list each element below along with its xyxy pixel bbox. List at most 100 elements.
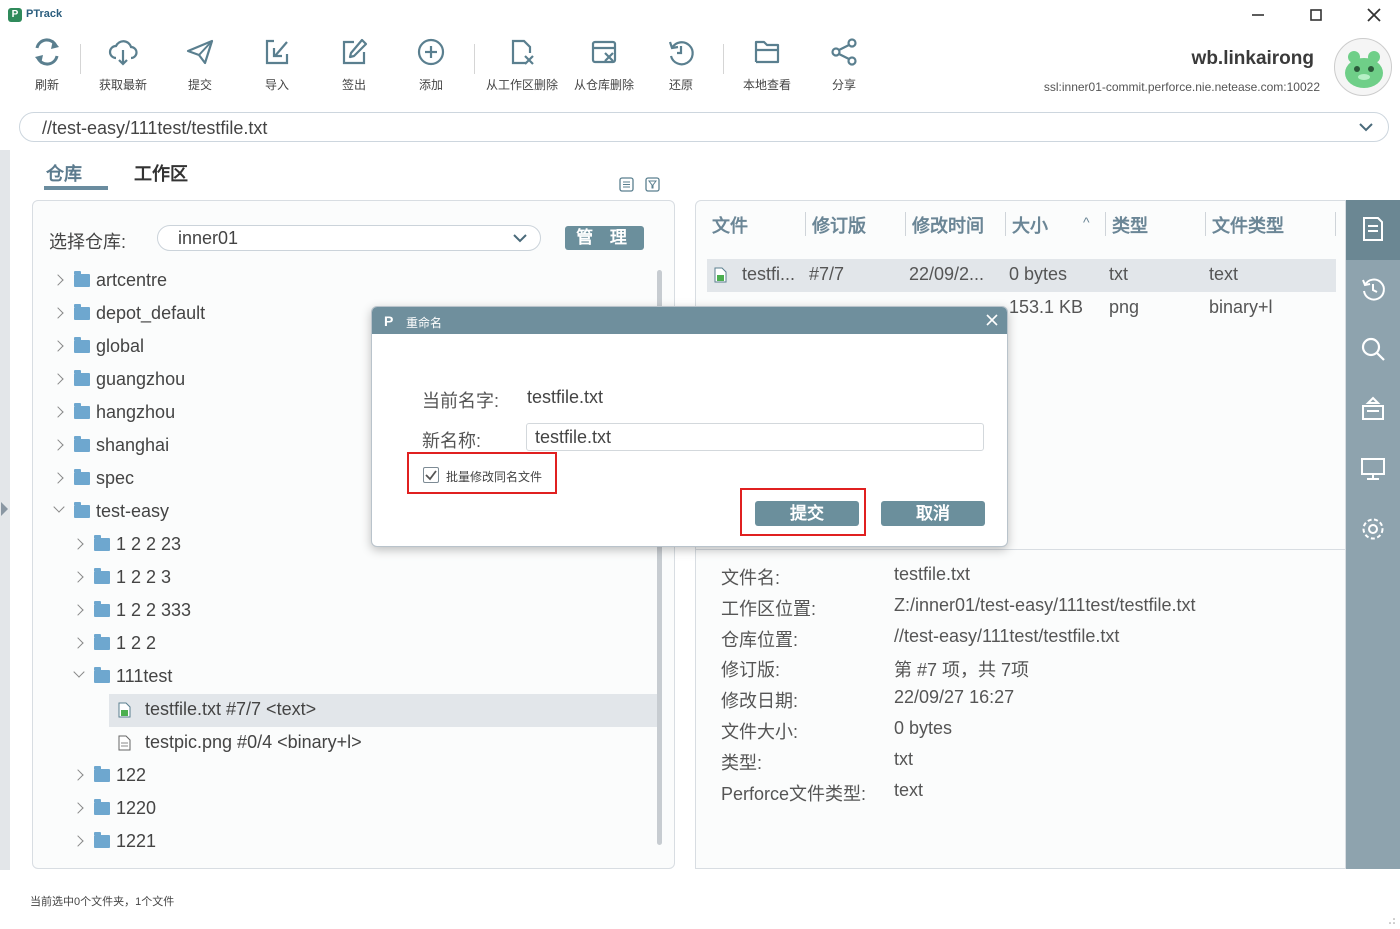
column-header-file[interactable]: 文件 xyxy=(712,212,748,238)
tab-workspace[interactable]: 工作区 xyxy=(134,160,188,186)
settings-icon[interactable] xyxy=(1360,516,1386,542)
search-icon[interactable] xyxy=(1360,336,1386,362)
minimize-icon[interactable] xyxy=(1246,5,1270,25)
chevron-right-icon[interactable] xyxy=(72,835,84,847)
path-text: //test-easy/111test/testfile.txt xyxy=(42,118,268,138)
stack-icon[interactable] xyxy=(1360,396,1386,422)
column-header-size[interactable]: 大小 xyxy=(1012,212,1048,238)
delete-from-workspace-button[interactable]: 从工作区删除 xyxy=(484,36,560,94)
folder-icon xyxy=(74,502,90,518)
tree-file-item[interactable]: testpic.png #0/4 <binary+l> xyxy=(112,727,652,760)
refresh-button[interactable]: 刷新 xyxy=(9,36,85,94)
refresh-icon xyxy=(35,38,59,66)
column-header-type[interactable]: 类型 xyxy=(1112,212,1148,238)
column-divider[interactable] xyxy=(1005,212,1006,236)
detail-value-modified: 22/09/27 16:27 xyxy=(894,687,1015,707)
document-icon[interactable] xyxy=(1360,216,1386,242)
detail-value-p4-filetype: text xyxy=(894,780,924,800)
tree-item[interactable]: artcentre xyxy=(50,265,650,298)
tree-item[interactable]: 1 2 2 333 xyxy=(70,595,650,628)
path-bar[interactable]: //test-easy/111test/testfile.txt xyxy=(19,112,1389,142)
column-divider[interactable] xyxy=(1205,212,1206,236)
chevron-right-icon[interactable] xyxy=(52,406,64,418)
close-icon[interactable] xyxy=(1362,5,1386,25)
repo-select[interactable]: inner01 xyxy=(157,225,541,251)
folder-icon xyxy=(74,436,90,452)
folder-open-icon xyxy=(754,40,780,64)
dialog-cancel-button[interactable]: 取消 xyxy=(881,501,985,526)
table-cell: testfi... xyxy=(742,264,796,284)
chevron-down-icon[interactable] xyxy=(73,666,85,678)
manage-button[interactable]: 管 理 xyxy=(565,226,644,250)
submit-button[interactable]: 提交 xyxy=(162,36,238,94)
chevron-right-icon[interactable] xyxy=(72,802,84,814)
tree-item-label: 111test xyxy=(116,666,173,686)
tree-item[interactable]: 1 2 2 xyxy=(70,628,650,661)
delete-from-repo-button[interactable]: 从仓库删除 xyxy=(566,36,642,94)
chevron-right-icon[interactable] xyxy=(52,307,64,319)
current-name-label: 当前名字: xyxy=(422,391,500,411)
chevron-down-icon[interactable] xyxy=(1358,120,1374,134)
column-divider[interactable] xyxy=(1335,212,1336,236)
username: wb.linkairong xyxy=(1191,48,1314,69)
app-title: PTrack xyxy=(26,8,63,20)
column-header-modified[interactable]: 修改时间 xyxy=(912,212,984,238)
tree-item[interactable]: 122 xyxy=(70,760,650,793)
tree-item[interactable]: 111test xyxy=(70,661,650,694)
tree-item-label: artcentre xyxy=(96,270,168,290)
tree-item-label: 1220 xyxy=(116,798,157,818)
column-divider[interactable] xyxy=(905,212,906,236)
app-logo-icon: P xyxy=(384,313,394,329)
chevron-down-icon xyxy=(513,234,527,243)
chevron-down-icon[interactable] xyxy=(53,501,65,513)
monitor-icon[interactable] xyxy=(1360,456,1386,482)
import-label: 导入 xyxy=(264,78,289,92)
add-button[interactable]: 添加 xyxy=(393,36,469,94)
tree-item[interactable]: 1 2 2 3 xyxy=(70,562,650,595)
repo-select-label: 选择仓库: xyxy=(49,232,127,252)
table-cell: png xyxy=(1109,297,1140,317)
history-icon[interactable] xyxy=(1360,276,1386,302)
new-name-input[interactable] xyxy=(526,423,984,451)
tree-item[interactable]: 1220 xyxy=(70,793,650,826)
maximize-icon[interactable] xyxy=(1304,5,1328,25)
tree-file-item[interactable]: testfile.txt #7/7 <text> xyxy=(112,694,652,727)
import-button[interactable]: 导入 xyxy=(239,36,315,94)
column-divider[interactable] xyxy=(805,212,806,236)
chevron-right-icon[interactable] xyxy=(72,538,84,550)
expand-arrow-icon[interactable] xyxy=(1,502,8,516)
chevron-right-icon[interactable] xyxy=(72,571,84,583)
table-cell: 153.1 KB xyxy=(1009,297,1084,317)
avatar[interactable] xyxy=(1334,38,1392,96)
share-button[interactable]: 分享 xyxy=(806,36,882,94)
column-header-filetype[interactable]: 文件类型 xyxy=(1212,212,1284,238)
resize-grip-icon[interactable] xyxy=(1388,917,1396,925)
chevron-right-icon[interactable] xyxy=(72,637,84,649)
close-icon[interactable] xyxy=(985,313,999,327)
detail-value-revision: 第 #7 项，共 7项 xyxy=(894,660,1030,680)
revert-icon xyxy=(668,41,694,66)
checkout-button[interactable]: 签出 xyxy=(316,36,392,94)
chevron-right-icon[interactable] xyxy=(52,340,64,352)
chevron-right-icon[interactable] xyxy=(52,439,64,451)
tree-item-label: hangzhou xyxy=(96,402,176,422)
revert-button[interactable]: 还原 xyxy=(643,36,719,94)
folder-icon xyxy=(74,403,90,419)
fetch-latest-button[interactable]: 获取最新 xyxy=(85,36,161,94)
filter-icon[interactable] xyxy=(645,177,660,192)
tree-item-label: test-easy xyxy=(96,501,170,521)
chevron-right-icon[interactable] xyxy=(52,373,64,385)
local-view-button[interactable]: 本地查看 xyxy=(729,36,805,94)
table-cell: txt xyxy=(1109,264,1129,284)
dialog-title: 重命名 xyxy=(406,316,443,330)
chevron-right-icon[interactable] xyxy=(52,472,64,484)
tree-item[interactable]: 1221 xyxy=(70,826,650,859)
column-divider[interactable] xyxy=(1105,212,1106,236)
chevron-right-icon[interactable] xyxy=(72,769,84,781)
detail-label-depot-path: 仓库位置: xyxy=(721,630,799,650)
column-header-revision[interactable]: 修订版 xyxy=(812,212,866,238)
list-view-icon[interactable] xyxy=(619,177,634,192)
tab-repo[interactable]: 仓库 xyxy=(46,160,82,186)
chevron-right-icon[interactable] xyxy=(72,604,84,616)
chevron-right-icon[interactable] xyxy=(52,274,64,286)
